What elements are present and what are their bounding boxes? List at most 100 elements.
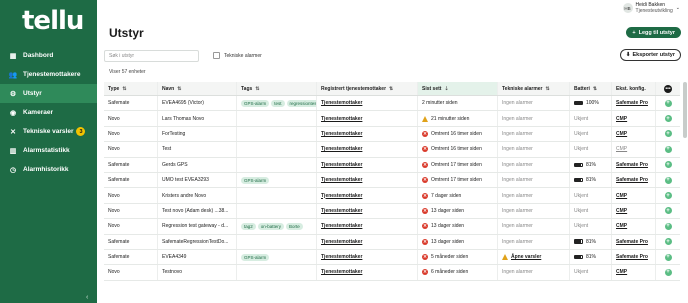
search-input[interactable]: Søk i utstyr [104, 50, 199, 62]
add-icon[interactable]: + [664, 145, 672, 153]
cell-tags [237, 126, 317, 142]
table-row[interactable]: Novo Test novo (Adam desk) ...38... Tjenes… [104, 203, 680, 220]
cell-name: Test novo (Adam desk) ...38... [158, 203, 237, 219]
config-link[interactable]: Safemate Pro [616, 162, 648, 168]
config-link[interactable]: Safemate Pro [616, 239, 648, 245]
table-row[interactable]: Novo Kristers andre Novo Tjenestemottaker ✕… [104, 188, 680, 204]
service-recipient-link[interactable]: Tjenestemottaker [321, 162, 362, 168]
service-recipient-link[interactable]: Tjenestemottaker [321, 193, 362, 199]
col-name[interactable]: Navn ⇅ [158, 82, 237, 95]
service-recipient-link[interactable]: Tjenestemottaker [321, 254, 362, 260]
add-icon[interactable]: + [664, 192, 672, 200]
table-row[interactable]: Safemate EVEA4695 (Victor) GPS-alarm test re… [104, 96, 680, 112]
col-tech-alarms[interactable]: Tekniske alarmer ⇅ [498, 82, 570, 95]
table-row[interactable]: Novo Testnovo Tjenestemottaker ✕ 6 måneder s… [104, 265, 680, 281]
service-recipient-link[interactable]: Tjenestemottaker [321, 146, 362, 152]
sidebar-item-tjenestemottakere[interactable]: 👥 Tjenestemottakere [0, 65, 97, 84]
cell-battery: Ukjent [570, 142, 612, 157]
config-link[interactable]: CMP [616, 223, 627, 229]
collapse-sidebar-icon[interactable]: ‹ [86, 294, 88, 301]
add-icon[interactable]: + [664, 161, 672, 169]
config-link[interactable]: CMP [616, 193, 627, 199]
service-recipient-link[interactable]: Tjenestemottaker [321, 223, 362, 229]
config-link[interactable]: CMP [616, 116, 627, 122]
add-icon[interactable]: + [664, 222, 672, 230]
cell-config: Safemate Pro [612, 234, 656, 249]
col-tags[interactable]: Tags ⇅ [237, 82, 317, 95]
service-recipient-link[interactable]: Tjenestemottaker [321, 269, 362, 275]
sidebar-item-label: Utstyr [23, 90, 42, 97]
service-recipient-link[interactable]: Tjenestemottaker [321, 116, 362, 122]
config-link[interactable]: CMP [616, 131, 627, 137]
cell-action: + [656, 188, 680, 202]
table-row[interactable]: Safemate EVEA4349 GPS-alarm Tjenestemottake… [104, 249, 680, 266]
config-link[interactable]: CMP [616, 146, 627, 152]
cell-tech-alarms: Ingen alarmer [498, 188, 570, 203]
add-icon[interactable]: + [664, 207, 672, 215]
tech-alarms-checkbox[interactable] [213, 52, 220, 59]
service-recipient-link[interactable]: Tjenestemottaker [321, 177, 362, 183]
table-row[interactable]: Novo ForTesting Tjenestemottaker ✕ Omtrent 1… [104, 126, 680, 143]
add-icon[interactable]: + [664, 130, 672, 138]
cell-last-seen: ✕ 5 måneder siden [418, 249, 498, 265]
sidebar-item-alarmhistorikk[interactable]: ◷ Alarmhistorikk [0, 160, 97, 179]
page-title: Utstyr [109, 26, 144, 40]
no-alarms-text: Ingen alarmer [502, 161, 533, 168]
table-row[interactable]: Novo Test Tjenestemottaker ✕ Omtrent 16 time… [104, 142, 680, 158]
sidebar-item-tekniske-varsler[interactable]: ✕ Tekniske varsler 3 [0, 122, 97, 141]
sidebar-item-alarmstatistikk[interactable]: ▥ Alarmstatistikk [0, 141, 97, 160]
col-registered[interactable]: Registrert tjenestemottaker ⇅ [317, 82, 418, 95]
add-icon[interactable]: + [664, 99, 672, 107]
add-icon[interactable]: + [664, 115, 672, 123]
config-link[interactable]: Safemate Pro [616, 177, 648, 183]
tech-alarms-label: Tekniske alarmer [224, 52, 262, 59]
table-row[interactable]: Safemate UMO test EVEA3293 GPS-alarm Tjenes… [104, 172, 680, 189]
sidebar-item-utstyr[interactable]: ⚙ Utstyr [0, 84, 97, 103]
add-icon[interactable]: + [664, 253, 672, 261]
config-link[interactable]: Safemate Pro [616, 100, 648, 106]
tag-chip: GPS-alarm [241, 253, 270, 261]
camera-icon: ◉ [9, 109, 17, 117]
error-icon: ✕ [422, 192, 428, 199]
sidebar-item-kameraer[interactable]: ◉ Kameraer [0, 103, 97, 122]
table-row[interactable]: Safemate SafemateRegressionTestDo... Tjene… [104, 234, 680, 250]
cell-type: Safemate [104, 157, 158, 172]
user-menu[interactable]: HB Heidi Bakken Tjenesteutvikling ⌄ [622, 2, 680, 14]
more-options-icon[interactable]: ••• [664, 84, 672, 93]
table-row[interactable]: Safemate Gerds GPS Tjenestemottaker ✕ Omtren… [104, 157, 680, 173]
config-link[interactable]: CMP [616, 269, 627, 275]
add-icon[interactable]: + [664, 238, 672, 246]
service-recipient-link[interactable]: Tjenestemottaker [321, 239, 362, 245]
open-alerts-link[interactable]: Åpne varsler [511, 254, 541, 260]
add-icon[interactable]: + [664, 176, 672, 184]
error-icon: ✕ [422, 207, 428, 214]
table-row[interactable]: Novo Regression test gateway - d... tag2 on… [104, 219, 680, 235]
cell-battery: 81% [570, 157, 612, 172]
add-device-label: Legg til utstyr [638, 29, 675, 36]
scrollbar[interactable] [683, 82, 687, 138]
export-devices-button[interactable]: ⬇ Eksporter utstyr [619, 49, 681, 61]
col-battery[interactable]: Batteri ⇅ [570, 82, 612, 95]
table-row[interactable]: Novo Lars Thomas Novo Tjenestemottaker 21 m… [104, 111, 680, 127]
battery-text: Ukjent [574, 223, 589, 230]
chart-icon: ▥ [9, 147, 17, 155]
cell-type: Safemate [104, 172, 158, 188]
sidebar-item-label: Alarmhistorikk [23, 166, 69, 173]
cell-type: Novo [104, 142, 158, 157]
add-device-button[interactable]: + Legg til utstyr [626, 27, 681, 38]
warning-icon [502, 254, 508, 261]
cell-tech-alarms: Ingen alarmer [498, 172, 570, 188]
col-last-seen[interactable]: Sist sett ⇣ [418, 82, 498, 95]
config-link[interactable]: Safemate Pro [616, 254, 648, 260]
col-type[interactable]: Type ⇅ [104, 82, 158, 95]
config-link[interactable]: CMP [616, 208, 627, 214]
service-recipient-link[interactable]: Tjenestemottaker [321, 208, 362, 214]
service-recipient-link[interactable]: Tjenestemottaker [321, 131, 362, 137]
service-recipient-link[interactable]: Tjenestemottaker [321, 100, 362, 106]
add-icon[interactable]: + [664, 268, 672, 276]
tech-alarms-filter[interactable]: Tekniske alarmer [213, 52, 262, 59]
sidebar-item-dashbord[interactable]: ▦ Dashbord [0, 46, 97, 65]
app-root: tellu ▦ Dashbord 👥 Tjenestemottakere ⚙ Utstyr… [0, 0, 688, 303]
sort-icon: ⇅ [389, 85, 394, 92]
history-icon: ◷ [9, 166, 17, 174]
